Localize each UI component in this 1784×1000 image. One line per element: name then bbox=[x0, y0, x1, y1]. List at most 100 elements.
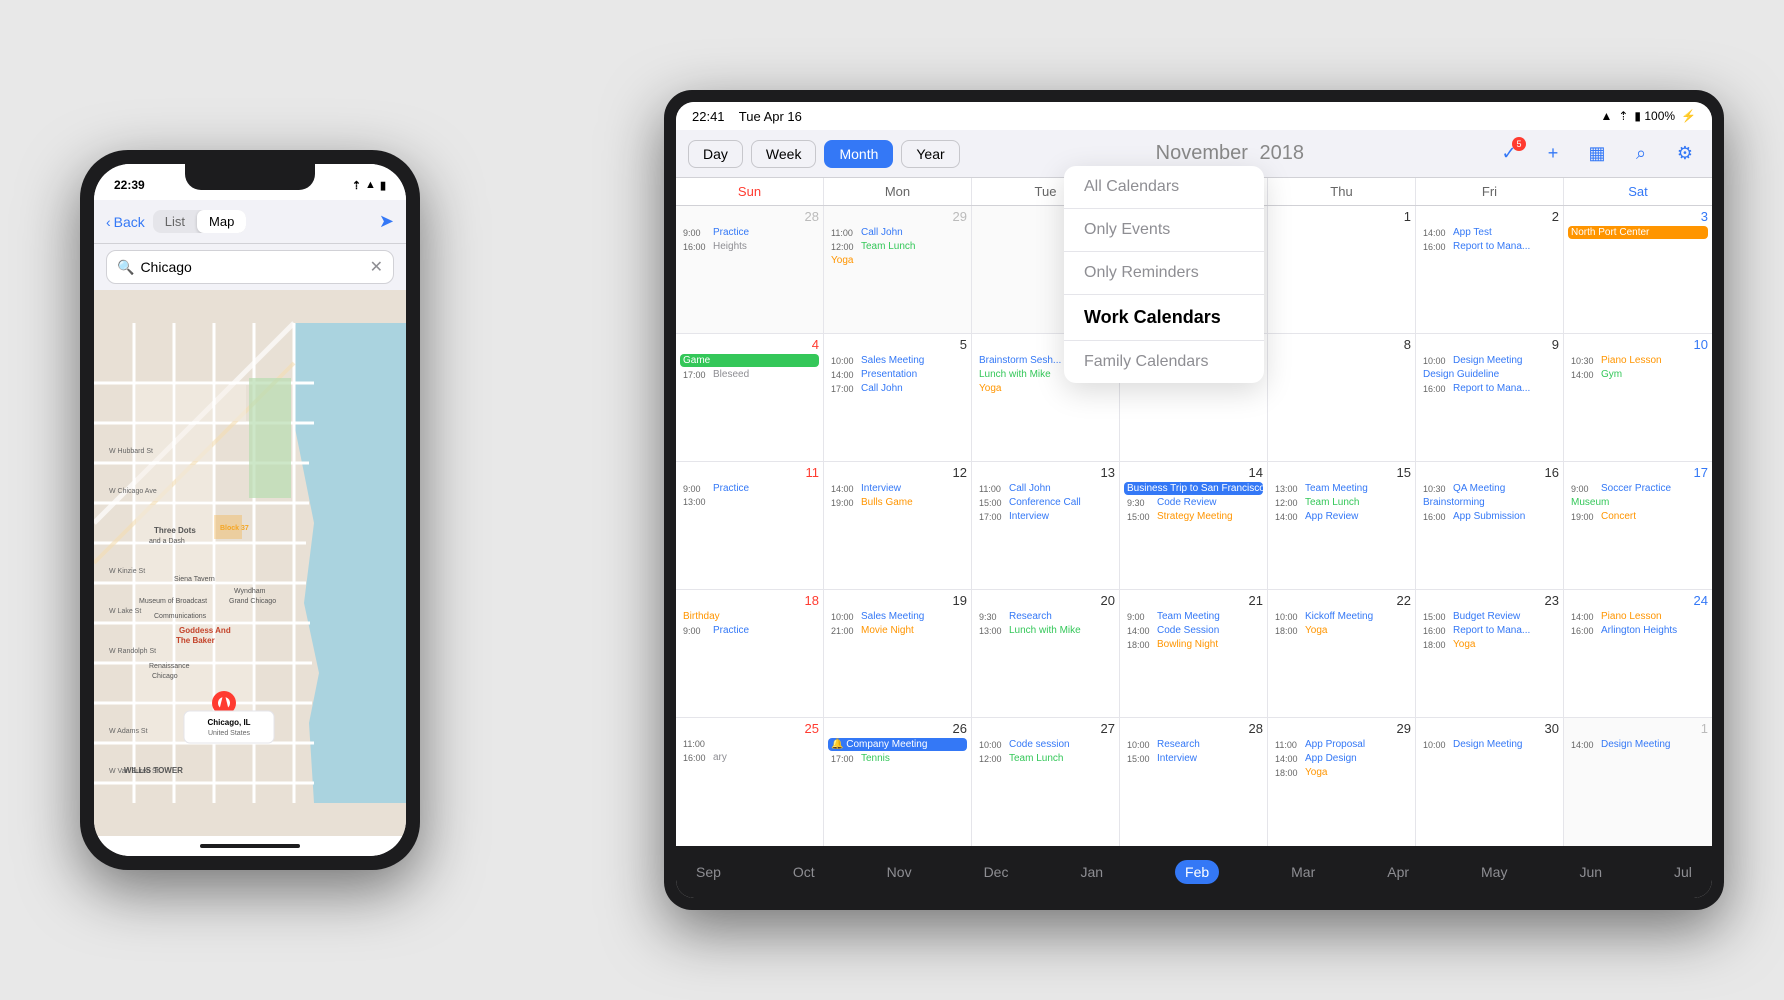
event[interactable]: 17:00 Tennis bbox=[828, 752, 967, 765]
event[interactable]: 9:00 Practice bbox=[680, 624, 819, 637]
month-jan[interactable]: Jan bbox=[1080, 864, 1103, 880]
cal-day[interactable]: 15 13:00 Team Meeting 12:00 Team Lunch 1… bbox=[1268, 462, 1416, 589]
map-view[interactable]: W Hubbard St W Chicago Ave W Kinzie St W… bbox=[94, 290, 406, 836]
event[interactable]: 14:00 Piano Lesson bbox=[1568, 610, 1708, 623]
month-nov[interactable]: Nov bbox=[887, 864, 912, 880]
filter-only-reminders[interactable]: Only Reminders bbox=[1064, 252, 1264, 295]
event[interactable]: 🔔 Company Meeting bbox=[828, 738, 967, 751]
cal-day[interactable]: 19 10:00 Sales Meeting 21:00 Movie Night bbox=[824, 590, 972, 717]
cal-day[interactable]: 23 15:00 Budget Review 16:00 Report to M… bbox=[1416, 590, 1564, 717]
navigate-icon[interactable]: ➤ bbox=[379, 211, 394, 232]
search-bar[interactable]: 🔍 ✕ bbox=[106, 250, 394, 284]
event[interactable]: 10:00 Kickoff Meeting bbox=[1272, 610, 1411, 623]
event[interactable]: 9:00 Practice bbox=[680, 482, 819, 495]
cal-day[interactable]: 3 North Port Center bbox=[1564, 206, 1712, 333]
event[interactable]: Business Trip to San Francisco bbox=[1124, 482, 1263, 495]
event[interactable]: Yoga bbox=[976, 382, 1115, 395]
event[interactable]: 14:00 App Review bbox=[1272, 510, 1411, 523]
cal-day[interactable]: 8 bbox=[1268, 334, 1416, 461]
cal-day[interactable]: 29 11:00 App Proposal 14:00 App Design 1… bbox=[1268, 718, 1416, 846]
event[interactable]: 14:00 Code Session bbox=[1124, 624, 1263, 637]
event[interactable]: 9:00 Practice bbox=[680, 226, 819, 239]
back-button[interactable]: ‹ Back bbox=[106, 214, 145, 230]
month-feb[interactable]: Feb bbox=[1175, 860, 1219, 884]
event[interactable]: 10:00 Design Meeting bbox=[1420, 738, 1559, 751]
cal-day[interactable]: 2 14:00 App Test 16:00 Report to Mana... bbox=[1416, 206, 1564, 333]
add-event-button[interactable]: + bbox=[1538, 139, 1568, 169]
event[interactable]: 16:00 Heights bbox=[680, 240, 819, 253]
cal-day[interactable]: 25 11:00 16:00 ary bbox=[676, 718, 824, 846]
month-dec[interactable]: Dec bbox=[984, 864, 1009, 880]
event[interactable]: 10:00 Code session bbox=[976, 738, 1115, 751]
event[interactable]: Museum bbox=[1568, 496, 1708, 509]
event[interactable]: 14:00 Gym bbox=[1568, 368, 1708, 381]
event[interactable]: 16:00 Arlington Heights bbox=[1568, 624, 1708, 637]
cal-day[interactable]: 4 Game 17:00 Bleseed bbox=[676, 334, 824, 461]
cal-day[interactable]: 24 14:00 Piano Lesson 16:00 Arlington He… bbox=[1564, 590, 1712, 717]
event[interactable]: 13:00 Lunch with Mike bbox=[976, 624, 1115, 637]
event[interactable]: Game bbox=[680, 354, 819, 367]
cal-day[interactable]: 5 10:00 Sales Meeting 14:00 Presentation… bbox=[824, 334, 972, 461]
event[interactable]: 10:00 Design Meeting bbox=[1420, 354, 1559, 367]
event[interactable]: 19:00 Bulls Game bbox=[828, 496, 967, 509]
cal-day[interactable]: 12 14:00 Interview 19:00 Bulls Game bbox=[824, 462, 972, 589]
event[interactable]: 14:00 Interview bbox=[828, 482, 967, 495]
event[interactable]: 9:00 Team Meeting bbox=[1124, 610, 1263, 623]
event[interactable]: 16:00 ary bbox=[680, 751, 819, 764]
event[interactable]: 11:00 bbox=[680, 738, 819, 750]
cal-day[interactable]: 14 Business Trip to San Francisco 9:30 C… bbox=[1120, 462, 1268, 589]
month-tab[interactable]: Month bbox=[824, 140, 893, 168]
settings-button[interactable]: ⚙ bbox=[1670, 139, 1700, 169]
event[interactable]: 16:00 Report to Mana... bbox=[1420, 240, 1559, 253]
cal-day[interactable]: 11 9:00 Practice 13:00 bbox=[676, 462, 824, 589]
cal-day[interactable]: 28 9:00 Practice 16:00 Heights bbox=[676, 206, 824, 333]
calendar-view-button[interactable]: ▦ bbox=[1582, 139, 1612, 169]
event[interactable]: Brainstorming bbox=[1420, 496, 1559, 509]
cal-day[interactable]: 26 🔔 Company Meeting 17:00 Tennis bbox=[824, 718, 972, 846]
month-oct[interactable]: Oct bbox=[793, 864, 815, 880]
filter-all-calendars[interactable]: All Calendars bbox=[1064, 166, 1264, 209]
event[interactable]: 13:00 bbox=[680, 496, 819, 508]
list-map-segcontrol[interactable]: List Map bbox=[153, 210, 247, 233]
month-may[interactable]: May bbox=[1481, 864, 1507, 880]
search-button[interactable]: ⌕ bbox=[1626, 139, 1656, 169]
month-sep[interactable]: Sep bbox=[696, 864, 721, 880]
event[interactable]: Yoga bbox=[828, 254, 967, 267]
day-tab[interactable]: Day bbox=[688, 140, 743, 168]
calendar-filter-dropdown[interactable]: All Calendars Only Events Only Reminders… bbox=[1064, 166, 1264, 383]
cal-day[interactable]: 17 9:00 Soccer Practice Museum 19:00 Con… bbox=[1564, 462, 1712, 589]
event[interactable]: 10:00 Sales Meeting bbox=[828, 610, 967, 623]
event[interactable]: 21:00 Movie Night bbox=[828, 624, 967, 637]
cal-day[interactable]: 18 Birthday 9:00 Practice bbox=[676, 590, 824, 717]
event[interactable]: 18:00 Yoga bbox=[1420, 638, 1559, 651]
month-jul[interactable]: Jul bbox=[1674, 864, 1692, 880]
event[interactable]: 11:00 Call John bbox=[976, 482, 1115, 495]
event[interactable]: 14:00 Design Meeting bbox=[1568, 738, 1708, 751]
week-tab[interactable]: Week bbox=[751, 140, 817, 168]
event[interactable]: 15:00 Strategy Meeting bbox=[1124, 510, 1263, 523]
cal-day[interactable]: 27 10:00 Code session 12:00 Team Lunch bbox=[972, 718, 1120, 846]
clear-icon[interactable]: ✕ bbox=[370, 257, 383, 277]
event[interactable]: 11:00 Call John bbox=[828, 226, 967, 239]
month-jun[interactable]: Jun bbox=[1579, 864, 1602, 880]
cal-day[interactable]: 21 9:00 Team Meeting 14:00 Code Session … bbox=[1120, 590, 1268, 717]
cal-day[interactable]: 30 10:00 Design Meeting bbox=[1416, 718, 1564, 846]
cal-day[interactable]: 1 bbox=[1268, 206, 1416, 333]
event[interactable]: 18:00 Yoga bbox=[1272, 624, 1411, 637]
event[interactable]: 15:00 Conference Call bbox=[976, 496, 1115, 509]
list-tab[interactable]: List bbox=[153, 210, 197, 233]
month-mar[interactable]: Mar bbox=[1291, 864, 1315, 880]
cal-day[interactable]: 13 11:00 Call John 15:00 Conference Call… bbox=[972, 462, 1120, 589]
cal-day[interactable]: 1 14:00 Design Meeting bbox=[1564, 718, 1712, 846]
cal-day[interactable]: 10 10:30 Piano Lesson 14:00 Gym bbox=[1564, 334, 1712, 461]
event[interactable]: 9:30 Research bbox=[976, 610, 1115, 623]
event[interactable]: 9:30 Code Review bbox=[1124, 496, 1263, 509]
cal-day[interactable]: 28 10:00 Research 15:00 Interview bbox=[1120, 718, 1268, 846]
event[interactable]: 12:00 Team Lunch bbox=[976, 752, 1115, 765]
cal-day[interactable]: 29 11:00 Call John 12:00 Team Lunch Yoga bbox=[824, 206, 972, 333]
event[interactable]: 12:00 Team Lunch bbox=[1272, 496, 1411, 509]
search-input[interactable] bbox=[140, 259, 363, 275]
event[interactable]: North Port Center bbox=[1568, 226, 1708, 239]
event[interactable]: Design Guideline bbox=[1420, 368, 1559, 381]
event[interactable]: 10:30 Piano Lesson bbox=[1568, 354, 1708, 367]
